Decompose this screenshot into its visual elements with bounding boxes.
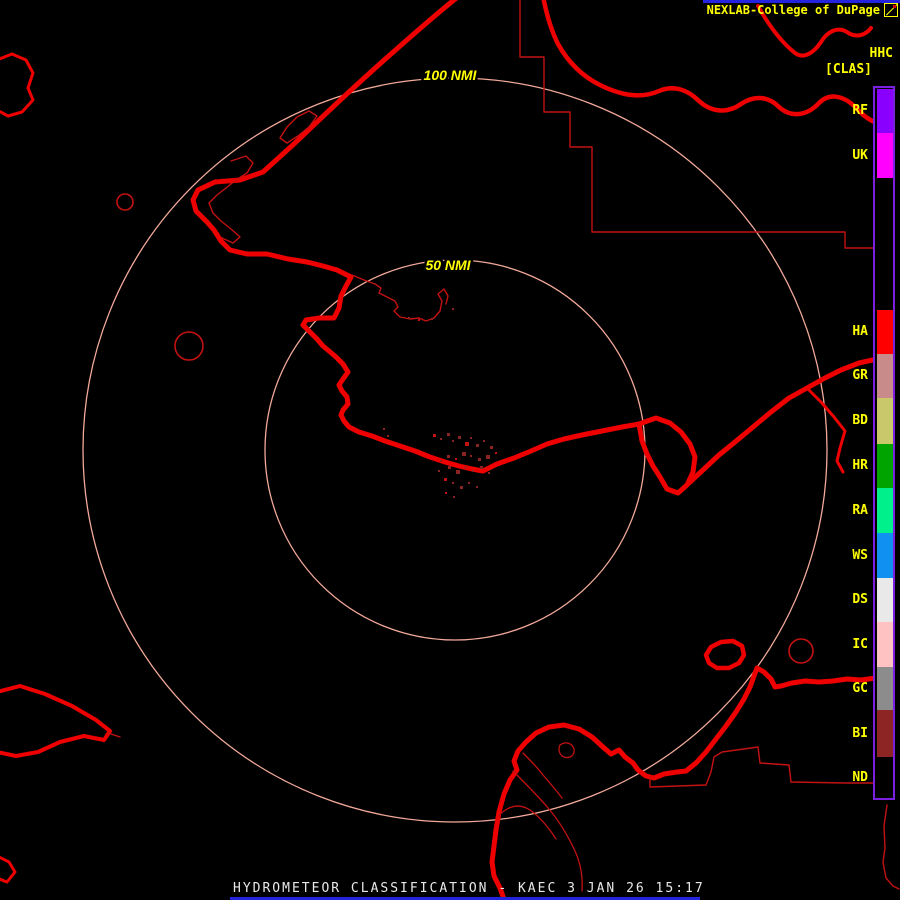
legend-label-ra: RA [852,502,868,518]
legend-label-ha: HA [852,324,868,339]
clutter-echo [440,460,442,462]
clutter-echo [445,492,447,494]
clutter-echo [460,486,463,489]
lake-circle-3 [788,638,814,664]
clutter-echo [486,455,490,459]
legend-segment-bd [877,398,893,444]
clutter-echo [478,458,481,461]
clutter-echo [452,482,454,484]
legend-label-gc: GC [852,680,868,696]
legend-segment-ds [877,578,893,622]
legend-label-gr: GR [852,368,868,383]
lake-circle-1 [116,193,134,211]
clutter-echo [455,458,457,460]
legend-label-bi: BI [852,725,868,741]
lake-circle-2 [174,331,204,361]
clutter-echo [408,317,410,319]
clutter-echo [418,319,420,321]
legend-segment-uk [877,133,893,178]
left-thin-tail [107,732,121,738]
top-frame-line [703,0,900,3]
clutter-echo [453,496,455,498]
range-rings [82,77,828,823]
legend-segment-gc [877,667,893,710]
clutter-echo [387,435,389,437]
radar-display: 100 NMI 50 NMI RF UK HA GR BD HR RA WS DS IC GC BI N… [0,0,900,900]
clutter-echo [458,436,461,439]
legend-segment-ha [877,310,893,354]
ring-label-100nmi: 100 NMI [424,67,478,83]
product-code-label: HHC [869,46,893,61]
clutter-echo [447,433,450,436]
clutter-echo [490,446,493,449]
clutter-echo [472,470,474,472]
clutter-echo [447,455,450,458]
clutter-echo [444,478,447,481]
clutter-echo [452,440,454,442]
clutter-echo [480,466,483,469]
legend-label-uk: UK [852,147,868,163]
ring-label-50nmi: 50 NMI [425,257,471,273]
clutter-echo [488,472,490,474]
range-ring-100nmi [82,77,828,823]
legend-label-nd: ND [852,769,868,785]
clutter-echo [470,455,472,457]
header: NEXLAB-College of DuPage [706,3,899,17]
clutter-echo [468,482,470,484]
island-topleft [0,52,35,118]
legend-segment-gr [877,354,893,398]
river-delta-2 [497,805,557,840]
legend-label-ws: WS [852,547,868,563]
clutter-echo [476,486,478,488]
classification-mode-label: [CLAS] [825,62,872,77]
coastline-northeast [686,356,880,486]
coastline-outlines [0,0,880,900]
status-bar: HYDROMETEOR CLASSIFICATION - KAEC 3 JAN … [233,881,705,896]
clutter-echo [464,466,467,469]
page-title: NEXLAB-College of DuPage [706,3,880,17]
clutter-echo [495,452,497,454]
clutter-echo [456,470,460,474]
clutter-echo [483,440,485,442]
boundary-lines [107,0,900,892]
right-edge-line [882,804,900,890]
clutter-echo [440,438,442,440]
clutter-echo [452,308,454,310]
coastline-bottom-blob [489,665,879,900]
clutter-echo [438,470,440,472]
coastline-bottomleft-mark [0,855,17,884]
image-placeholder-icon [884,3,899,17]
ring-labels: 100 NMI 50 NMI [421,65,480,276]
radar-map: 100 NMI 50 NMI [0,0,900,900]
zone-boundary-topright [519,0,875,249]
legend-label-ic: IC [852,636,868,652]
clutter-echo [470,437,472,439]
clutter-echo [465,442,469,446]
clutter-echo [383,428,385,430]
clutter-echo [431,318,433,320]
island-bottomright [703,638,747,671]
legend-label-rf: RF [852,103,868,118]
legend-segment-hr [877,444,893,488]
legend-segment-bi [877,710,893,757]
coastline-blob [636,415,698,496]
legend-segment-ws [877,533,893,578]
coastline-northwest [190,0,642,474]
legend-segment-rf [877,89,893,133]
river-delta-loop [558,742,575,759]
legend-label-hr: HR [852,458,868,473]
clutter-echo [433,434,436,437]
zone-boundary-bottomright [649,746,875,788]
clutter-echo [476,444,479,447]
river-delta-1 [512,770,583,892]
river-delta-3 [522,752,563,799]
legend-label-ds: DS [852,592,868,607]
legend-segment-ic [877,622,893,667]
coastline-left-bottom [0,684,112,758]
legend-segment-ra [877,488,893,533]
clutter-echo [462,452,466,456]
clutter-echo [448,466,451,469]
legend-label-bd: BD [852,413,868,428]
